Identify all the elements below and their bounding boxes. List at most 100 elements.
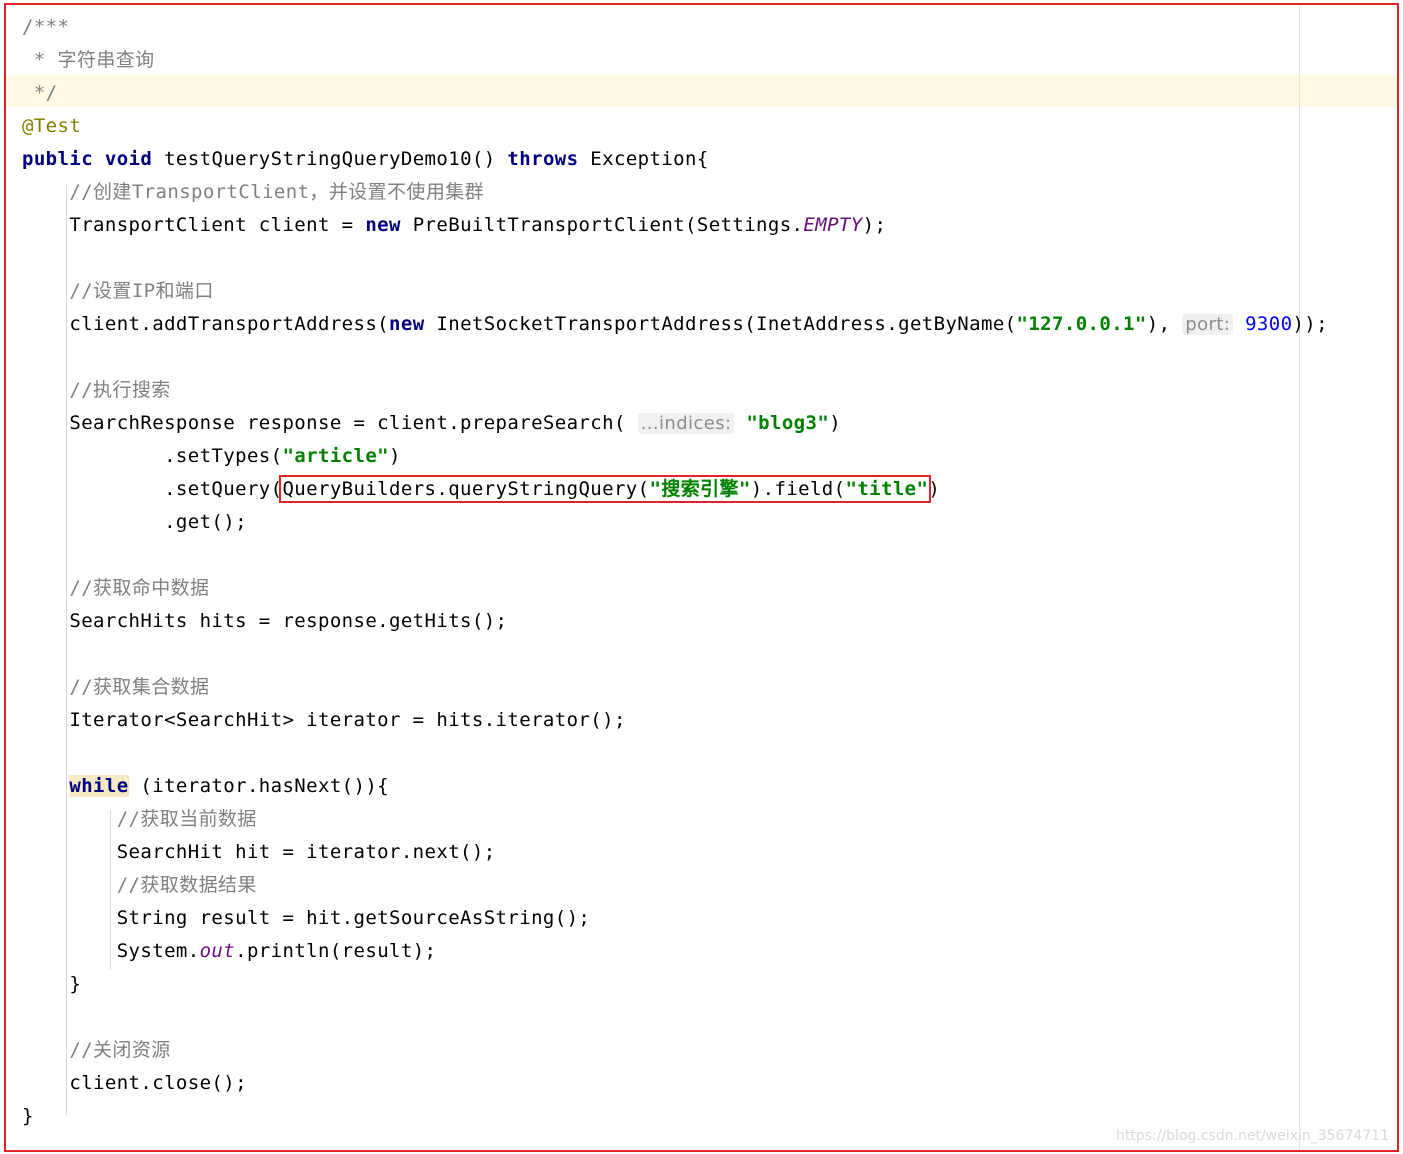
code-string: "article" (282, 445, 390, 467)
code-line[interactable]: //获取数据结果 (22, 869, 1328, 902)
code-comment: /*** (22, 16, 70, 38)
code-static-field: out (199, 940, 236, 962)
code-text: ), (1146, 313, 1183, 335)
watermark: https://blog.csdn.net/weixin_35674711 (1115, 1128, 1389, 1144)
code-text: .setQuery( (22, 478, 283, 500)
code-comment: //获取集合数据 (69, 676, 210, 698)
code-comment: //获取数据结果 (116, 874, 257, 896)
code-text: InetSocketTransportAddress(InetAddress.g… (424, 313, 1017, 335)
code-line[interactable] (22, 539, 1328, 572)
code-line[interactable]: .setQuery(QueryBuilders.queryStringQuery… (22, 473, 1328, 506)
code-line[interactable]: //创建TransportClient，并设置不使用集群 (22, 176, 1328, 209)
code-line[interactable]: //获取集合数据 (22, 671, 1328, 704)
highlighted-query-string: "搜索引擎" (649, 478, 751, 500)
code-line[interactable]: client.addTransportAddress(new InetSocke… (22, 308, 1328, 341)
code-line[interactable]: } (22, 968, 1328, 1001)
code-text: (iterator.hasNext()){ (128, 775, 390, 797)
code-keyword: while (69, 775, 129, 797)
code-line[interactable]: //执行搜索 (22, 374, 1328, 407)
code-text: } (22, 1105, 34, 1127)
code-keyword: void (104, 148, 153, 170)
code-annotation: @Test (22, 115, 82, 137)
code-line[interactable]: //设置IP和端口 (22, 275, 1328, 308)
code-line[interactable]: * 字符串查询 (22, 44, 1328, 77)
code-text: testQueryStringQueryDemo10() (152, 148, 508, 170)
highlighted-query-text: ).field( (750, 478, 846, 500)
code-comment: */ (22, 82, 58, 104)
code-line[interactable]: /*** (22, 11, 1328, 44)
code-line[interactable]: TransportClient client = new PreBuiltTra… (22, 209, 1328, 242)
code-text: client.close(); (22, 1072, 247, 1094)
code-text: Exception{ (578, 148, 709, 170)
code-line[interactable]: public void testQueryStringQueryDemo10()… (22, 143, 1328, 176)
code-editor-frame[interactable]: /*** * 字符串查询 */ @Test public void testQuer… (4, 3, 1399, 1152)
code-keyword: new (365, 214, 401, 236)
code-comment: //获取当前数据 (116, 808, 257, 830)
code-text: .println(result); (235, 940, 437, 962)
code-keyword: new (389, 313, 425, 335)
code-comment: * 字符串查询 (22, 49, 155, 71)
code-text: ); (862, 214, 887, 236)
code-text: .setTypes( (22, 445, 283, 467)
code-string: "blog3" (746, 412, 830, 434)
code-line[interactable]: .setTypes("article") (22, 440, 1328, 473)
code-text: TransportClient client = (22, 214, 366, 236)
code-comment: //执行搜索 (69, 379, 171, 401)
code-comment: //关闭资源 (69, 1039, 171, 1061)
code-line[interactable]: //关闭资源 (22, 1034, 1328, 1067)
highlighted-query-string: "title" (845, 478, 929, 500)
code-line[interactable]: while (iterator.hasNext()){ (22, 770, 1328, 803)
code-keyword: public (22, 148, 94, 170)
code-string: "127.0.0.1" (1016, 313, 1147, 335)
highlight-box: QueryBuilders.queryStringQuery("搜索引擎").f… (279, 475, 932, 503)
code-text: ) (928, 478, 941, 500)
code-line[interactable]: */ (22, 77, 1328, 110)
code-line[interactable] (22, 638, 1328, 671)
code-line[interactable]: client.close(); (22, 1067, 1328, 1100)
code-text: SearchHits hits = response.getHits(); (22, 610, 508, 632)
code-line[interactable] (22, 341, 1328, 374)
code-text: SearchResponse response = client.prepare… (22, 412, 638, 434)
code-text: String result = hit.getSourceAsString(); (22, 907, 591, 929)
code-line[interactable]: @Test (22, 110, 1328, 143)
code-text: .get(); (22, 511, 247, 533)
code-line[interactable]: //获取当前数据 (22, 803, 1328, 836)
code-line[interactable] (22, 1001, 1328, 1034)
code-static-field: EMPTY (803, 214, 863, 236)
code-keyword: throws (507, 148, 579, 170)
code-text: )); (1292, 313, 1328, 335)
code-comment: //设置IP和端口 (69, 280, 214, 302)
code-line[interactable]: .get(); (22, 506, 1328, 539)
code-text: PreBuiltTransportClient(Settings. (400, 214, 804, 236)
code-line[interactable]: System.out.println(result); (22, 935, 1328, 968)
code-comment: //获取命中数据 (69, 577, 210, 599)
code-text: client.addTransportAddress( (22, 313, 390, 335)
parameter-hint: port: (1182, 314, 1234, 335)
code-line[interactable]: Iterator<SearchHit> iterator = hits.iter… (22, 704, 1328, 737)
code-line[interactable] (22, 242, 1328, 275)
code-line[interactable]: String result = hit.getSourceAsString(); (22, 902, 1328, 935)
code-line[interactable]: //获取命中数据 (22, 572, 1328, 605)
code-line[interactable]: SearchResponse response = client.prepare… (22, 407, 1328, 440)
code-area[interactable]: /*** * 字符串查询 */ @Test public void testQuer… (22, 11, 1328, 1133)
code-text: ) (389, 445, 401, 467)
code-number: 9300 (1233, 313, 1293, 335)
highlighted-query-text: QueryBuilders.queryStringQuery( (282, 478, 650, 500)
parameter-hint: ...indices: (637, 413, 735, 434)
code-text: Iterator<SearchHit> iterator = hits.iter… (22, 709, 626, 731)
code-text: } (22, 973, 82, 995)
code-line[interactable]: SearchHits hits = response.getHits(); (22, 605, 1328, 638)
code-line[interactable]: SearchHit hit = iterator.next(); (22, 836, 1328, 869)
code-line[interactable] (22, 737, 1328, 770)
